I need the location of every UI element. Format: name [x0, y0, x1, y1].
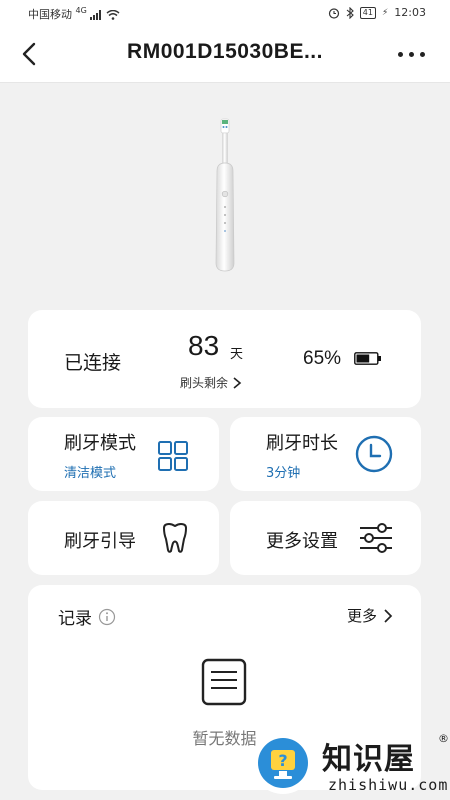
more-dot-icon	[409, 52, 414, 57]
brush-head-remaining-link[interactable]: 刷头剩余	[180, 374, 242, 391]
brush-head-days-unit: 天	[230, 347, 244, 362]
tooth-icon	[163, 523, 187, 553]
signal-icon	[90, 10, 102, 20]
charging-icon: ⚡	[381, 7, 389, 18]
chevron-right-icon	[384, 608, 393, 623]
clock-time: 12:03	[394, 6, 426, 19]
document-icon	[201, 658, 247, 706]
brush-head-remaining-label: 刷头剩余	[180, 376, 229, 390]
page-title: RM001D15030BE...	[127, 40, 323, 63]
info-icon[interactable]	[98, 608, 116, 626]
sliders-icon	[360, 523, 392, 553]
connection-status: 已连接	[64, 352, 122, 374]
status-right: 41 ⚡ 12:03	[328, 6, 426, 19]
back-arrow-icon	[22, 42, 36, 66]
more-dot-icon	[398, 52, 403, 57]
nav-bar: RM001D15030BE...	[0, 26, 450, 83]
status-bar: 中国移动 4G 41 ⚡ 12:03	[0, 0, 450, 26]
chevron-right-icon	[233, 376, 242, 389]
alarm-icon	[328, 7, 339, 19]
watermark-domain: zhishiwu.com	[328, 776, 449, 794]
brush-head-days-value: 83	[188, 330, 220, 361]
records-header: 记录	[58, 604, 116, 629]
records-more-link[interactable]: 更多	[347, 605, 393, 626]
svg-text:?: ?	[278, 751, 287, 770]
brushing-duration-tile[interactable]: 刷牙时长 3分钟	[230, 417, 421, 491]
battery-percent: 65%	[303, 348, 342, 369]
network-type: 4G	[75, 6, 87, 15]
brushing-mode-value: 清洁模式	[64, 466, 117, 481]
brushing-mode-title: 刷牙模式	[64, 433, 136, 454]
question-monitor-icon: ?	[271, 750, 295, 779]
back-button[interactable]	[14, 38, 46, 70]
brushing-guide-title: 刷牙引导	[64, 531, 136, 552]
more-dot-icon	[420, 52, 425, 57]
brushing-duration-value: 3分钟	[266, 466, 301, 481]
clock-icon	[355, 435, 393, 473]
brushing-mode-tile[interactable]: 刷牙模式 清洁模式	[28, 417, 219, 491]
watermark-logo: ?	[252, 732, 314, 794]
toothbrush-image	[205, 115, 245, 275]
watermark-name: 知识屋	[322, 742, 415, 777]
more-settings-title: 更多设置	[266, 531, 338, 552]
records-title: 记录	[58, 609, 92, 629]
carrier-label: 中国移动	[28, 8, 72, 21]
wifi-icon	[106, 9, 120, 20]
status-battery: 41	[359, 6, 376, 19]
watermark-registered-mark: ®	[438, 732, 449, 745]
bluetooth-icon	[346, 6, 354, 19]
brushing-guide-tile[interactable]: 刷牙引导	[28, 501, 219, 575]
status-left: 中国移动 4G	[28, 6, 120, 22]
grid-icon	[158, 441, 188, 471]
brushing-duration-title: 刷牙时长	[266, 433, 338, 454]
more-settings-tile[interactable]: 更多设置	[230, 501, 421, 575]
watermark: ? 知识屋 ® zhishiwu.com	[250, 728, 450, 800]
device-status-card: 已连接 83 天 刷头剩余 65%	[28, 310, 421, 408]
more-options-button[interactable]	[396, 40, 428, 68]
battery-icon	[354, 352, 381, 365]
records-more-label: 更多	[346, 607, 377, 625]
